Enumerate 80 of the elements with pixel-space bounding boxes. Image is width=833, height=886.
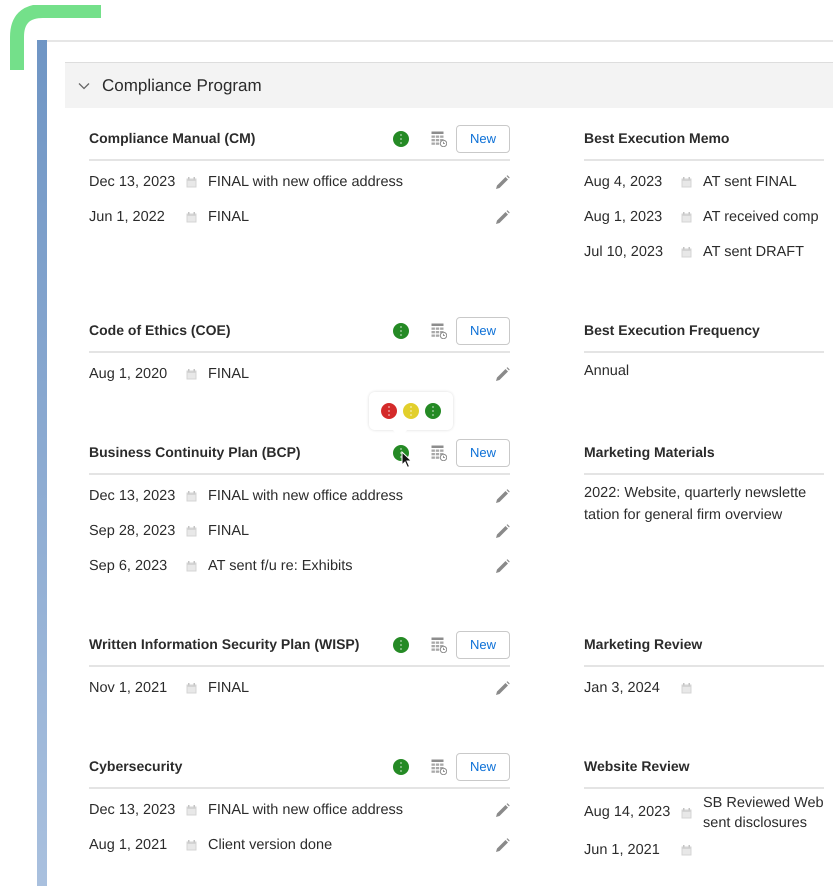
calendar-icon[interactable] (186, 805, 197, 816)
new-button[interactable]: New (456, 752, 510, 780)
field-text: Annual (584, 362, 630, 381)
card-title: Best Execution Memo (584, 129, 730, 148)
entry-date: Dec 13, 2023 (89, 800, 176, 820)
entry-date: Nov 1, 2021 (89, 678, 168, 698)
entry-note: FINAL with new office address (208, 172, 404, 192)
entry-date: Jun 1, 2021 (584, 840, 661, 860)
section-header[interactable]: Compliance Program (65, 62, 833, 108)
calendar-icon[interactable] (186, 526, 197, 537)
entry-date: Aug 1, 2021 (89, 836, 168, 855)
card-title: Business Continuity Plan (BCP) (89, 443, 302, 462)
calendar-icon[interactable] (186, 369, 197, 380)
entry-date: Dec 13, 2023 (89, 172, 176, 192)
pencil-icon[interactable] (495, 524, 510, 539)
new-button[interactable]: New (456, 316, 510, 344)
card-title: Website Review (584, 757, 691, 776)
pencil-icon[interactable] (495, 838, 510, 853)
calendar-icon[interactable] (681, 683, 692, 694)
entry-note: SB Reviewed Web sent disclosures (703, 794, 824, 833)
card-title: Best Execution Frequency (584, 321, 761, 340)
calendar-icon[interactable] (186, 491, 197, 502)
card-title: Marketing Review (584, 635, 704, 654)
calendar-icon[interactable] (186, 212, 197, 223)
entry-date: Aug 1, 2020 (89, 364, 168, 384)
new-button[interactable]: New (456, 438, 510, 466)
pencil-icon[interactable] (495, 559, 510, 574)
entry-note: FINAL (208, 522, 250, 541)
status-option[interactable] (425, 402, 441, 418)
pencil-icon[interactable] (495, 681, 510, 696)
card-title: Code of Ethics (COE) (89, 321, 232, 340)
entry-date: Jun 1, 2022 (89, 208, 166, 227)
pencil-icon[interactable] (495, 489, 510, 504)
chevron-icon (78, 82, 90, 90)
entry-date: Aug 14, 2023 (584, 803, 672, 822)
entry-date: Aug 4, 2023 (584, 172, 664, 192)
pencil-icon[interactable] (495, 803, 510, 818)
pencil-icon[interactable] (495, 210, 510, 225)
calendar-icon[interactable] (681, 177, 692, 188)
entry-date: Sep 6, 2023 (89, 556, 168, 576)
pencil-icon[interactable] (495, 367, 510, 382)
entry-date: Dec 13, 2023 (89, 486, 176, 506)
new-button[interactable]: New (456, 630, 510, 658)
table-clock-icon[interactable] (431, 130, 447, 146)
field-text: 2022: Website, quarterly newslette tation for general firm overview (584, 484, 808, 525)
calendar-icon[interactable] (681, 845, 692, 856)
entry-note: AT sent f/u re: Exhibits (208, 556, 354, 576)
section-title: Compliance Program (102, 74, 262, 97)
table-clock-icon[interactable] (431, 758, 447, 774)
calendar-icon[interactable] (186, 840, 197, 851)
mouse-cursor-icon (401, 450, 413, 468)
card-title: Cybersecurity (89, 757, 184, 776)
entry-note: AT sent FINAL (703, 172, 798, 192)
new-button[interactable]: New (456, 124, 510, 152)
table-clock-icon[interactable] (431, 636, 447, 652)
entry-date: Aug 1, 2023 (584, 208, 664, 227)
calendar-icon[interactable] (186, 561, 197, 572)
entry-note: FINAL with new office address (208, 800, 404, 820)
entry-note: FINAL (208, 678, 250, 698)
entry-note: FINAL with new office address (208, 486, 404, 506)
card-title: Compliance Manual (CM) (89, 129, 256, 148)
pencil-icon[interactable] (495, 175, 510, 190)
calendar-icon[interactable] (186, 177, 197, 188)
table-clock-icon[interactable] (431, 444, 447, 460)
calendar-icon[interactable] (681, 212, 692, 223)
entry-note: FINAL (208, 364, 250, 384)
calendar-icon[interactable] (681, 247, 692, 258)
entry-date: Sep 28, 2023 (89, 522, 176, 541)
calendar-icon[interactable] (681, 808, 692, 818)
entry-note: AT sent DRAFT (703, 242, 805, 262)
card-title: Written Information Security Plan (WISP) (89, 635, 360, 654)
card-title: Marketing Materials (584, 443, 716, 462)
table-clock-icon[interactable] (431, 322, 447, 338)
entry-date: Jan 3, 2024 (584, 678, 661, 698)
calendar-icon[interactable] (186, 683, 197, 694)
entry-note: AT received comp (703, 208, 820, 227)
entry-note: FINAL (208, 208, 250, 227)
entry-note: Client version done (208, 836, 334, 855)
entry-date: Jul 10, 2023 (584, 242, 664, 262)
status-option[interactable] (381, 402, 397, 418)
